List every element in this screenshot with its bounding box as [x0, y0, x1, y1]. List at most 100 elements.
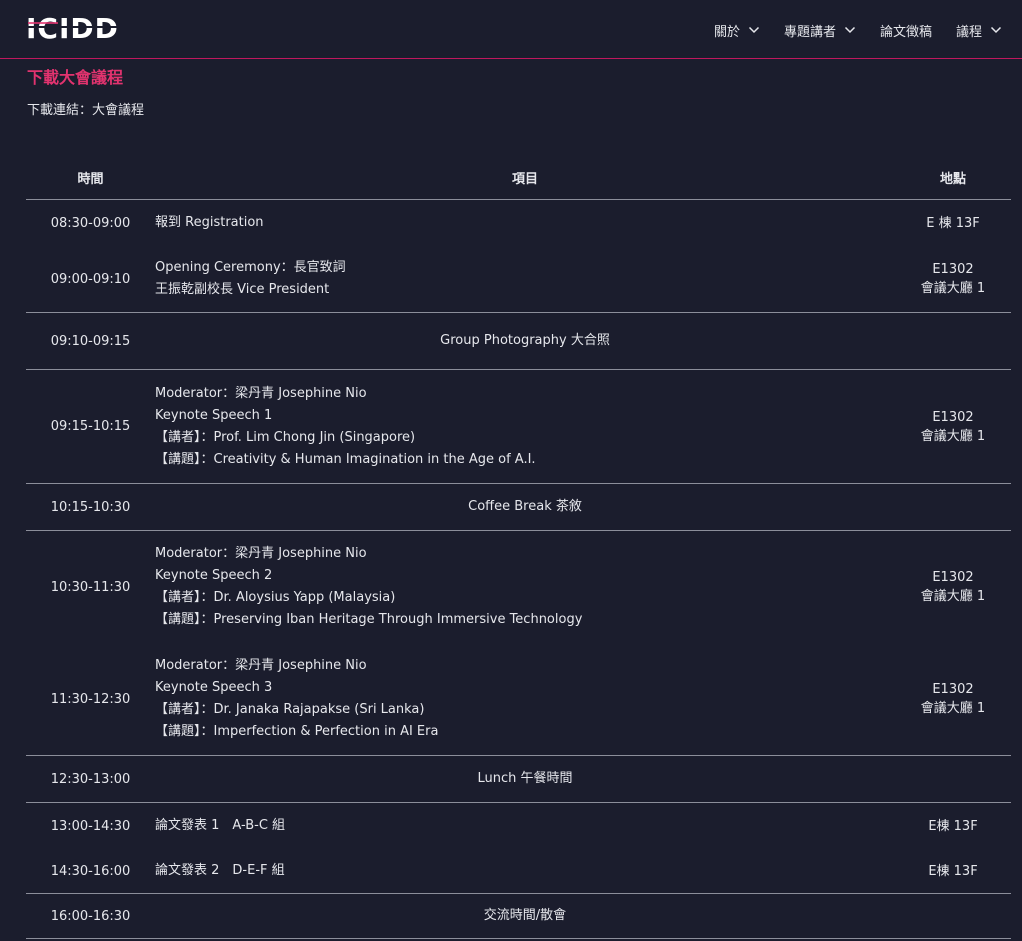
session-item-line: Opening Ceremony：長官致詞 — [155, 260, 346, 275]
session-item: Lunch 午餐時間 — [155, 768, 895, 790]
nav-call-for-papers[interactable]: 論文徵稿 — [880, 21, 932, 40]
nav-call-for-papers-label: 論文徵稿 — [879, 24, 932, 40]
session-time: 16:00-16:30 — [50, 908, 131, 924]
table-row: 16:00-16:30 交流時間/散會 — [26, 894, 1011, 938]
session-item: Moderator：梁丹青 Josephine Nio Keynote Speec… — [155, 543, 895, 631]
session-time: 10:30-11:30 — [50, 579, 131, 595]
chevron-down-icon — [748, 24, 760, 36]
session-time: 14:30-16:00 — [50, 863, 131, 879]
session-place-line: 會議大廳 1 — [920, 701, 986, 716]
table-row: 12:30-13:00 Lunch 午餐時間 — [26, 756, 1011, 802]
session-item-line: 交流時間/散會 — [483, 908, 567, 923]
session-item-line: 論文發表 2 D-E-F 組 — [155, 863, 285, 878]
table-row-group: 09:15-10:15 Moderator：梁丹青 Josephine Nio Ke… — [26, 370, 1011, 484]
session-item: 論文發表 1 A-B-C 組 — [155, 815, 895, 837]
download-prefix: 下載連結： — [27, 103, 93, 118]
table-header: 時間 項目 地點 — [26, 156, 1011, 200]
session-place-line: 會議大廳 1 — [920, 428, 986, 444]
nav-agenda-label: 議程 — [955, 24, 982, 40]
session-time: 11:30-12:30 — [50, 691, 131, 707]
session-place-line: 會議大廳 1 — [920, 589, 986, 604]
icidd-logo[interactable]: ICIDD — [26, 13, 122, 43]
session-item-line: Lunch 午餐時間 — [477, 771, 573, 786]
session-item: Moderator：梁丹青 Josephine Nio Keynote Speec… — [155, 383, 895, 471]
header-item: 項目 — [511, 172, 538, 187]
session-item: 論文發表 2 D-E-F 組 — [155, 860, 895, 882]
session-place-line: E1302 — [932, 262, 974, 277]
session-item-line: Moderator：梁丹青 Josephine Nio — [155, 546, 367, 561]
chevron-down-icon — [844, 24, 856, 36]
page-title: 下載大會議程 — [27, 68, 124, 87]
table-row-group: 09:10-09:15 Group Photography 大合照 — [26, 313, 1011, 370]
session-item-line: 【講者】：Prof. Lim Chong Jin (Singapore) — [155, 429, 416, 445]
table-row: 14:30-16:00 論文發表 2 D-E-F 組 E棟 13F — [26, 849, 1011, 893]
session-item-line: 【講題】：Preserving Iban Heritage Through Im… — [155, 612, 583, 627]
table-row-group: 10:15-10:30 Coffee Break 茶敘 — [26, 484, 1011, 531]
download-agenda-link[interactable]: 大會議程 — [92, 103, 144, 118]
table-row: 10:30-11:30 Moderator：梁丹青 Josephine Nio Ke… — [26, 531, 1011, 643]
session-item-line: Keynote Speech 3 — [155, 680, 273, 695]
session-time: 12:30-13:00 — [50, 771, 131, 787]
session-time: 09:10-09:15 — [50, 333, 131, 349]
table-body: 08:30-09:00 報到 Registration E 棟 13F 09:00-0… — [26, 200, 1011, 939]
session-place: E1302 會議大廳 1 — [895, 408, 1011, 446]
table-row-group: 10:30-11:30 Moderator：梁丹青 Josephine Nio Ke… — [26, 531, 1011, 756]
session-place: E 棟 13F — [895, 214, 1011, 233]
session-item-line: Moderator：梁丹青 Josephine Nio — [155, 385, 367, 401]
session-place-line: E1302 — [932, 409, 974, 425]
table-row-group: 16:00-16:30 交流時間/散會 — [26, 894, 1011, 939]
table-row-group: 08:30-09:00 報到 Registration E 棟 13F 09:00-0… — [26, 200, 1011, 313]
session-item-line: Coffee Break 茶敘 — [468, 499, 582, 514]
nav-agenda[interactable]: 議程 — [956, 21, 1002, 40]
session-item-line: 報到 Registration — [155, 215, 264, 230]
table-row: 11:30-12:30 Moderator：梁丹青 Josephine Nio Ke… — [26, 643, 1011, 755]
session-place: E1302 會議大廳 1 — [895, 260, 1011, 298]
header-time: 時間 — [77, 172, 104, 187]
session-item-line: Moderator：梁丹青 Josephine Nio — [155, 658, 367, 673]
session-item-line: 【講題】：Imperfection & Perfection in AI Era — [155, 724, 439, 739]
table-row: 13:00-14:30 論文發表 1 A-B-C 組 E棟 13F — [26, 803, 1011, 849]
nav-keynote-speakers[interactable]: 專題講者 — [784, 21, 856, 40]
session-item-line: 【講者】：Dr. Aloysius Yapp (Malaysia) — [155, 590, 396, 605]
session-place: E棟 13F — [895, 862, 1011, 881]
table-row: 09:10-09:15 Group Photography 大合照 — [26, 313, 1011, 369]
session-item: 報到 Registration — [155, 212, 895, 234]
schedule-table: 時間 項目 地點 08:30-09:00 報到 Registration E 棟 1… — [26, 156, 1011, 939]
download-line: 下載連結：大會議程 — [27, 99, 144, 118]
session-place-line: E1302 — [932, 570, 974, 585]
session-place: E1302 會議大廳 1 — [895, 680, 1011, 718]
session-place-line: E1302 — [932, 682, 974, 697]
nav-about-label: 關於 — [713, 24, 740, 40]
session-item-line: Keynote Speech 2 — [155, 568, 273, 583]
nav-keynote-speakers-label: 專題講者 — [783, 24, 836, 40]
session-place: E棟 13F — [895, 817, 1011, 836]
header-place: 地點 — [939, 172, 966, 187]
table-row-group: 13:00-14:30 論文發表 1 A-B-C 組 E棟 13F 14:30-16:… — [26, 803, 1011, 894]
session-place-line: 會議大廳 1 — [920, 281, 986, 296]
session-item-line: 【講者】：Dr. Janaka Rajapakse (Sri Lanka) — [155, 702, 425, 717]
table-row: 10:15-10:30 Coffee Break 茶敘 — [26, 484, 1011, 530]
table-row: 08:30-09:00 報到 Registration E 棟 13F — [26, 200, 1011, 246]
chevron-down-icon — [990, 24, 1002, 36]
main-nav: 關於 專題講者 論文徵稿 議程 — [690, 20, 1002, 40]
session-item: Group Photography 大合照 — [155, 330, 895, 352]
session-place-line: E棟 13F — [928, 863, 978, 879]
table-row-group: 12:30-13:00 Lunch 午餐時間 — [26, 756, 1011, 803]
session-item: Opening Ceremony：長官致詞 王振乾副校長 Vice Preside… — [155, 257, 895, 301]
session-place-line: E棟 13F — [928, 818, 978, 834]
session-item-line: 【講題】：Creativity & Human Imagination in t… — [155, 451, 536, 467]
session-item: Coffee Break 茶敘 — [155, 496, 895, 518]
session-item-line: Keynote Speech 1 — [155, 407, 273, 423]
session-time: 09:00-09:10 — [50, 271, 131, 287]
session-time: 08:30-09:00 — [50, 215, 131, 231]
table-row: 09:15-10:15 Moderator：梁丹青 Josephine Nio Ke… — [26, 370, 1011, 483]
nav-about[interactable]: 關於 — [714, 21, 760, 40]
session-time: 13:00-14:30 — [50, 818, 131, 834]
session-item: Moderator：梁丹青 Josephine Nio Keynote Speec… — [155, 655, 895, 743]
top-navigation-bar: ICIDD 關於 專題講者 論文徵稿 議程 — [0, 0, 1022, 59]
session-time: 09:15-10:15 — [50, 419, 131, 434]
session-place: E1302 會議大廳 1 — [895, 568, 1011, 606]
table-row: 09:00-09:10 Opening Ceremony：長官致詞 王振乾副校長 V… — [26, 246, 1011, 312]
session-place-line: E 棟 13F — [926, 215, 980, 231]
session-item-line: 王振乾副校長 Vice President — [155, 282, 330, 297]
